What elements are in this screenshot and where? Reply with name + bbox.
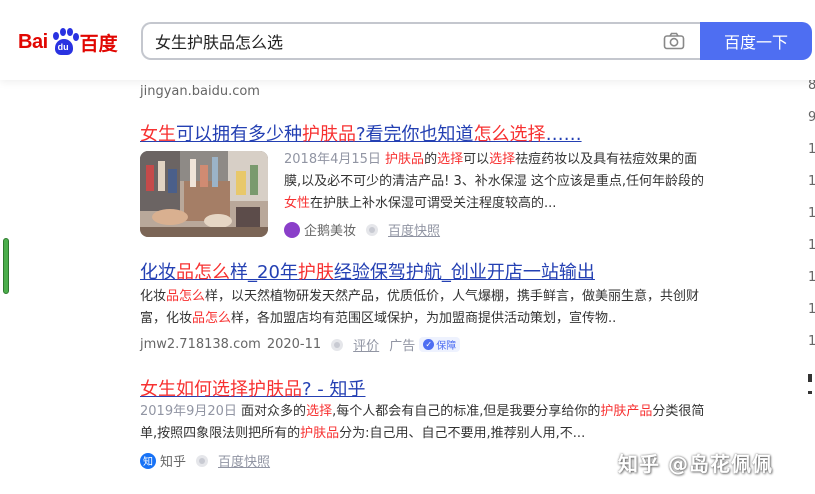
paw-icon: du [49,27,79,57]
right-edge-num: 1 [808,206,815,221]
site-icon [284,221,300,238]
search-input[interactable] [155,24,635,58]
right-edge-num: 1 [808,334,815,349]
desc-text: ,每个人都会有自己的标准,但是我要分享给你的 [332,404,601,419]
right-edge-num: 1 [808,142,815,157]
site-name[interactable]: 企鹅美妆 [304,220,356,239]
result-source[interactable]: jingyan.baidu.com [140,84,260,99]
logo-latin: Bai [18,30,48,53]
right-edge-mark [808,374,812,382]
title-text: …… [545,124,582,145]
desc-highlight: 选择 [489,152,516,167]
desc-highlight: 护肤产品 [600,404,653,419]
site-name[interactable]: 知乎 [160,451,186,470]
search-button[interactable]: 百度一下 [700,22,812,60]
desc-highlight: 选择 [437,152,464,167]
rate-dot-icon [331,338,344,351]
result-date: 2020-11 [266,337,322,352]
desc-text: 化妆 [140,289,167,304]
ad-label: 广告 [389,339,416,354]
result-title[interactable]: 女生如何选择护肤品? - 知乎 [140,375,366,401]
right-edge-num: 1 [808,270,815,285]
right-edge-num: 1 [808,302,815,317]
result-meta: 企鹅美妆 百度快照 [284,220,440,239]
desc-text: 样，各加盟店均有范围区域保护，为加盟商提供活动策划，宣传物.. [231,311,617,326]
desc-highlight: 选择 [306,404,333,419]
site-icon-text: 知 [143,457,153,468]
result-date: 2019年9月20日 [140,404,237,419]
paw-text: du [57,42,69,52]
site-url[interactable]: jmw2.718138.com [140,337,261,352]
title-highlight: 女生 [140,124,176,145]
title-text: 经验保驾护航_创业开店一站输出 [333,262,595,283]
right-edge-num: 8 [808,78,815,93]
snapshot-dot-icon [366,223,379,236]
title-text: 样_20年 [230,262,298,283]
result-date: 2018年4月15日 [284,152,381,167]
badge-text: 保障 [436,341,457,352]
result-meta: jmw2.718138.com 2020-11 评价 广告 ✓ 保障 [140,335,461,354]
result-description: 2019年9月20日 面对众多的选择,每个人都会有自己的标准,但是我要分享给你的… [140,401,710,445]
right-edge-num: 1 [808,174,815,189]
guarantee-badge[interactable]: ✓ 保障 [419,337,461,352]
title-text: 化妆 [140,262,176,283]
right-edge-num: 1 [808,238,815,253]
title-highlight: 护肤 [297,262,334,283]
search-box[interactable] [141,22,701,60]
snapshot-dot-icon [196,454,209,467]
desc-highlight: 品怎么 [166,289,206,304]
title-highlight: 女生如何选择护肤品 [140,379,302,400]
result-title[interactable]: 女生可以拥有多少种护肤品?看完你也知道怎么选择…… [140,120,582,146]
title-text: ? - 知乎 [302,379,366,400]
check-icon: ✓ [423,339,435,350]
desc-text: 单,按照四象限法则把所有的 [140,426,301,441]
desc-text: 的 [424,152,438,167]
zhihu-icon: 知 [140,452,156,469]
desc-highlight: 女性 [284,196,311,211]
desc-highlight: 护肤品 [385,152,425,167]
right-edge-mark [808,391,812,394]
desc-text: 样，以天然植物研发天然产品，优质低价，人气爆棚，携手鲜言，做美丽生意，共创财 [205,289,700,304]
desc-text: 膜,以及必不可少的清洁产品! 3、补水保湿 这个应该是重点,任何年龄段的 [284,174,705,189]
desc-text: 富，化妆 [140,311,193,326]
desc-text: 面对众多的 [241,404,307,419]
top-bar: Bai du 百度 百度一下 [0,0,815,80]
logo-cn: 百度 [79,32,118,55]
desc-text: 在护肤上补水保湿可谓受关注程度较高的... [310,196,557,211]
rate-link[interactable]: 评价 [353,335,379,354]
desc-text: 祛痘药妆以及具有祛痘效果的面 [515,152,698,167]
result-meta: 知 知乎 百度快照 [140,451,270,470]
cosmetics-photo [140,151,268,237]
result-description: 化妆品怎么样，以天然植物研发天然产品，优质低价，人气爆棚，携手鲜言，做美丽生意，… [140,286,710,330]
desc-text: 可以 [463,152,490,167]
desc-highlight: 护肤品 [300,426,340,441]
camera-icon[interactable] [663,32,685,50]
snapshot-link[interactable]: 百度快照 [218,451,270,470]
title-text: 可以拥有多少种 [176,124,302,145]
title-highlight: 护肤品 [302,124,356,145]
desc-text: 分为:自己用、自己不要用,推荐别人用,不... [339,426,586,441]
title-highlight: 品怎么 [176,262,230,283]
watermark: 知乎 @岛花佩佩 [618,452,773,476]
desc-highlight: 品怎么 [192,311,232,326]
right-edge-num: 9 [808,110,815,125]
result-thumbnail[interactable] [140,151,268,237]
baidu-logo[interactable]: Bai du 百度 [18,26,118,58]
result-title[interactable]: 化妆品怎么样_20年护肤经验保驾护航_创业开店一站输出 [140,258,595,284]
title-highlight: 怎么选择 [473,124,546,145]
desc-text: 分类很简 [652,404,705,419]
snapshot-link[interactable]: 百度快照 [388,220,440,239]
title-text: ?看完你也知道 [356,124,474,145]
result-description: 2018年4月15日 护肤品的选择可以选择祛痘药妆以及具有祛痘效果的面 膜,以及… [284,149,704,215]
scroll-indicator[interactable] [3,238,9,294]
